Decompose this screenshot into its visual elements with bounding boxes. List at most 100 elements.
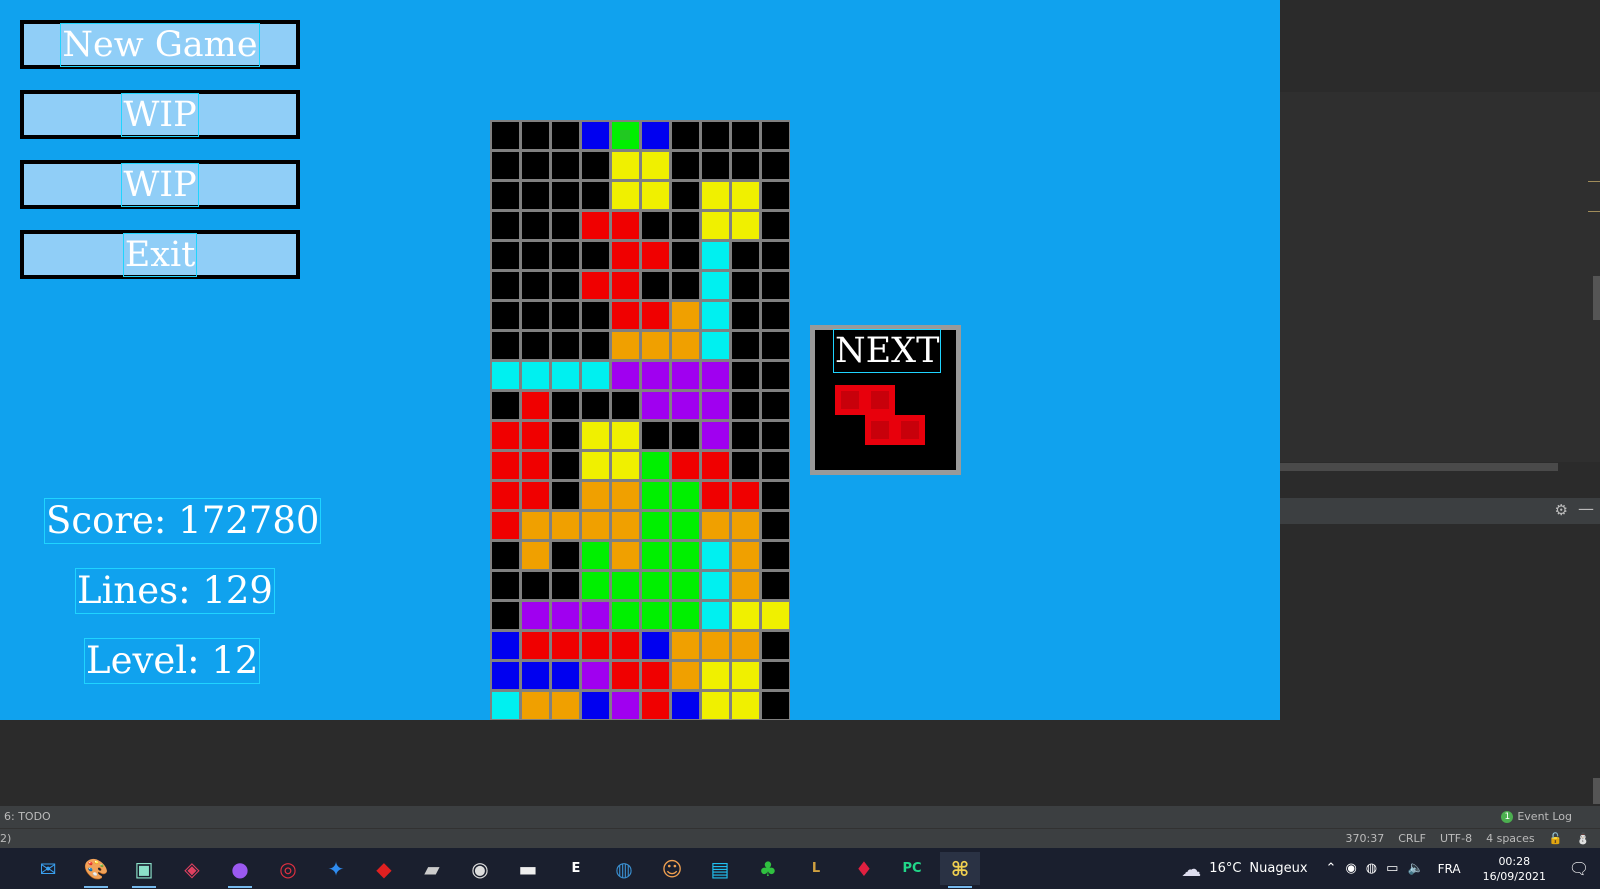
board-cell: [552, 542, 579, 569]
board-cell: [582, 482, 609, 509]
network-icon[interactable]: ▭: [1386, 861, 1398, 876]
volume-icon[interactable]: 🔈: [1407, 861, 1423, 876]
board-cell: [642, 482, 669, 509]
board-cell: [492, 332, 519, 359]
ring-icon[interactable]: ◎: [268, 852, 308, 885]
board-cell: [672, 542, 699, 569]
davinci-icon[interactable]: ◈: [172, 852, 212, 885]
notification-center-icon[interactable]: 🗨: [1564, 854, 1594, 884]
board-cell: [642, 572, 669, 599]
event-log-label: Event Log: [1517, 810, 1572, 823]
board-cell: [612, 482, 639, 509]
board-cell: [522, 572, 549, 599]
next-piece-block-inner: [901, 421, 919, 439]
editor-vertical-scrollbar[interactable]: [1593, 276, 1600, 320]
editor-horizontal-scrollbar[interactable]: [1280, 463, 1558, 471]
board-cell: [582, 272, 609, 299]
board-cell: [522, 302, 549, 329]
board-cell: [612, 602, 639, 629]
next-piece-block-inner: [871, 421, 889, 439]
board-cell: [522, 362, 549, 389]
steam-tray-icon[interactable]: ◍: [1366, 861, 1377, 876]
github-icon[interactable]: ●: [220, 852, 260, 888]
board-cell: [762, 422, 789, 449]
league-icon[interactable]: L: [796, 852, 836, 885]
terminal-icon[interactable]: ▤: [700, 852, 740, 885]
twitch-icon[interactable]: ▣: [124, 852, 164, 888]
board-cell: [672, 572, 699, 599]
language-indicator[interactable]: FRA: [1438, 862, 1461, 876]
indent-setting[interactable]: 4 spaces: [1486, 832, 1535, 845]
weather-desc: Nuageux: [1249, 861, 1308, 876]
chevron-up-icon[interactable]: ⌃: [1326, 861, 1337, 876]
board-cell: [672, 272, 699, 299]
todo-tab[interactable]: 6: TODO: [4, 810, 51, 823]
new-game-button[interactable]: New Game: [20, 20, 300, 69]
cursor-position[interactable]: 370:37: [1346, 832, 1385, 845]
dragon-icon[interactable]: ♣: [748, 852, 788, 885]
exit-label: Exit: [122, 232, 198, 277]
board-cell: [552, 332, 579, 359]
board-cell: [732, 572, 759, 599]
event-log-tab[interactable]: 1 Event Log: [1501, 810, 1572, 823]
board-cell: [522, 692, 549, 719]
board-cell: [732, 392, 759, 419]
board-cell: [492, 272, 519, 299]
board-cell: [552, 392, 579, 419]
board-cell: [672, 152, 699, 179]
python-icon[interactable]: ⌘: [940, 852, 980, 888]
board-cell: [612, 632, 639, 659]
wip-button-2[interactable]: WIP: [20, 160, 300, 209]
weather-widget[interactable]: ☁ 16°C Nuageux: [1181, 857, 1307, 881]
discord-tray-icon[interactable]: ◉: [1345, 861, 1356, 876]
board-cell: [672, 212, 699, 239]
game-avatar-icon[interactable]: ☺: [652, 852, 692, 885]
board-cell: [672, 482, 699, 509]
board-cell: [672, 512, 699, 539]
paint-icon[interactable]: 🎨: [76, 852, 116, 888]
run-panel-header: ⚙ —: [1280, 498, 1600, 524]
battlenet-icon[interactable]: ✦: [316, 852, 356, 885]
board-cell: [732, 332, 759, 359]
board-cell: [522, 602, 549, 629]
board-cell: [492, 692, 519, 719]
ide-tool-window-bar: 6: TODO 1 Event Log: [0, 806, 1600, 828]
mail-icon[interactable]: ✉: [28, 852, 68, 885]
file-encoding[interactable]: UTF-8: [1440, 832, 1472, 845]
gear-icon[interactable]: ⚙: [1555, 501, 1568, 519]
inspector-icon[interactable]: ⛄: [1576, 832, 1590, 845]
board-cell: [552, 212, 579, 239]
line-separator[interactable]: CRLF: [1398, 832, 1426, 845]
new-game-label: New Game: [60, 22, 260, 67]
snes-icon[interactable]: ▰: [412, 852, 452, 885]
board-cell: [762, 542, 789, 569]
board-cell: [762, 602, 789, 629]
board-cell: [642, 182, 669, 209]
board-cell: [762, 122, 789, 149]
board-cell: [612, 572, 639, 599]
minimize-icon[interactable]: —: [1578, 499, 1594, 518]
run-panel-scrollbar[interactable]: [1593, 778, 1600, 804]
wip-button-1[interactable]: WIP: [20, 90, 300, 139]
status-left-text: 2): [0, 832, 12, 845]
lock-icon[interactable]: 🔓: [1549, 832, 1563, 845]
board-cell: [582, 242, 609, 269]
clock[interactable]: 00:28 16/09/2021: [1483, 854, 1546, 884]
board-cell: [672, 452, 699, 479]
board-cell: [522, 212, 549, 239]
board-cell: [642, 392, 669, 419]
superman-icon[interactable]: ◆: [364, 852, 404, 885]
pycharm-icon[interactable]: PC: [892, 852, 932, 885]
board-cell: [732, 602, 759, 629]
controller-icon[interactable]: ▬: [508, 852, 548, 885]
board-cell: [702, 242, 729, 269]
board-cell: [582, 662, 609, 689]
raspberry-icon[interactable]: ♦: [844, 852, 884, 885]
board-cell: [612, 242, 639, 269]
steam-icon[interactable]: ◍: [604, 852, 644, 885]
obs-icon[interactable]: ◉: [460, 852, 500, 885]
epic-games-icon[interactable]: E: [556, 852, 596, 885]
exit-button[interactable]: Exit: [20, 230, 300, 279]
board-cell: [702, 662, 729, 689]
ide-run-panel: [0, 720, 1600, 806]
